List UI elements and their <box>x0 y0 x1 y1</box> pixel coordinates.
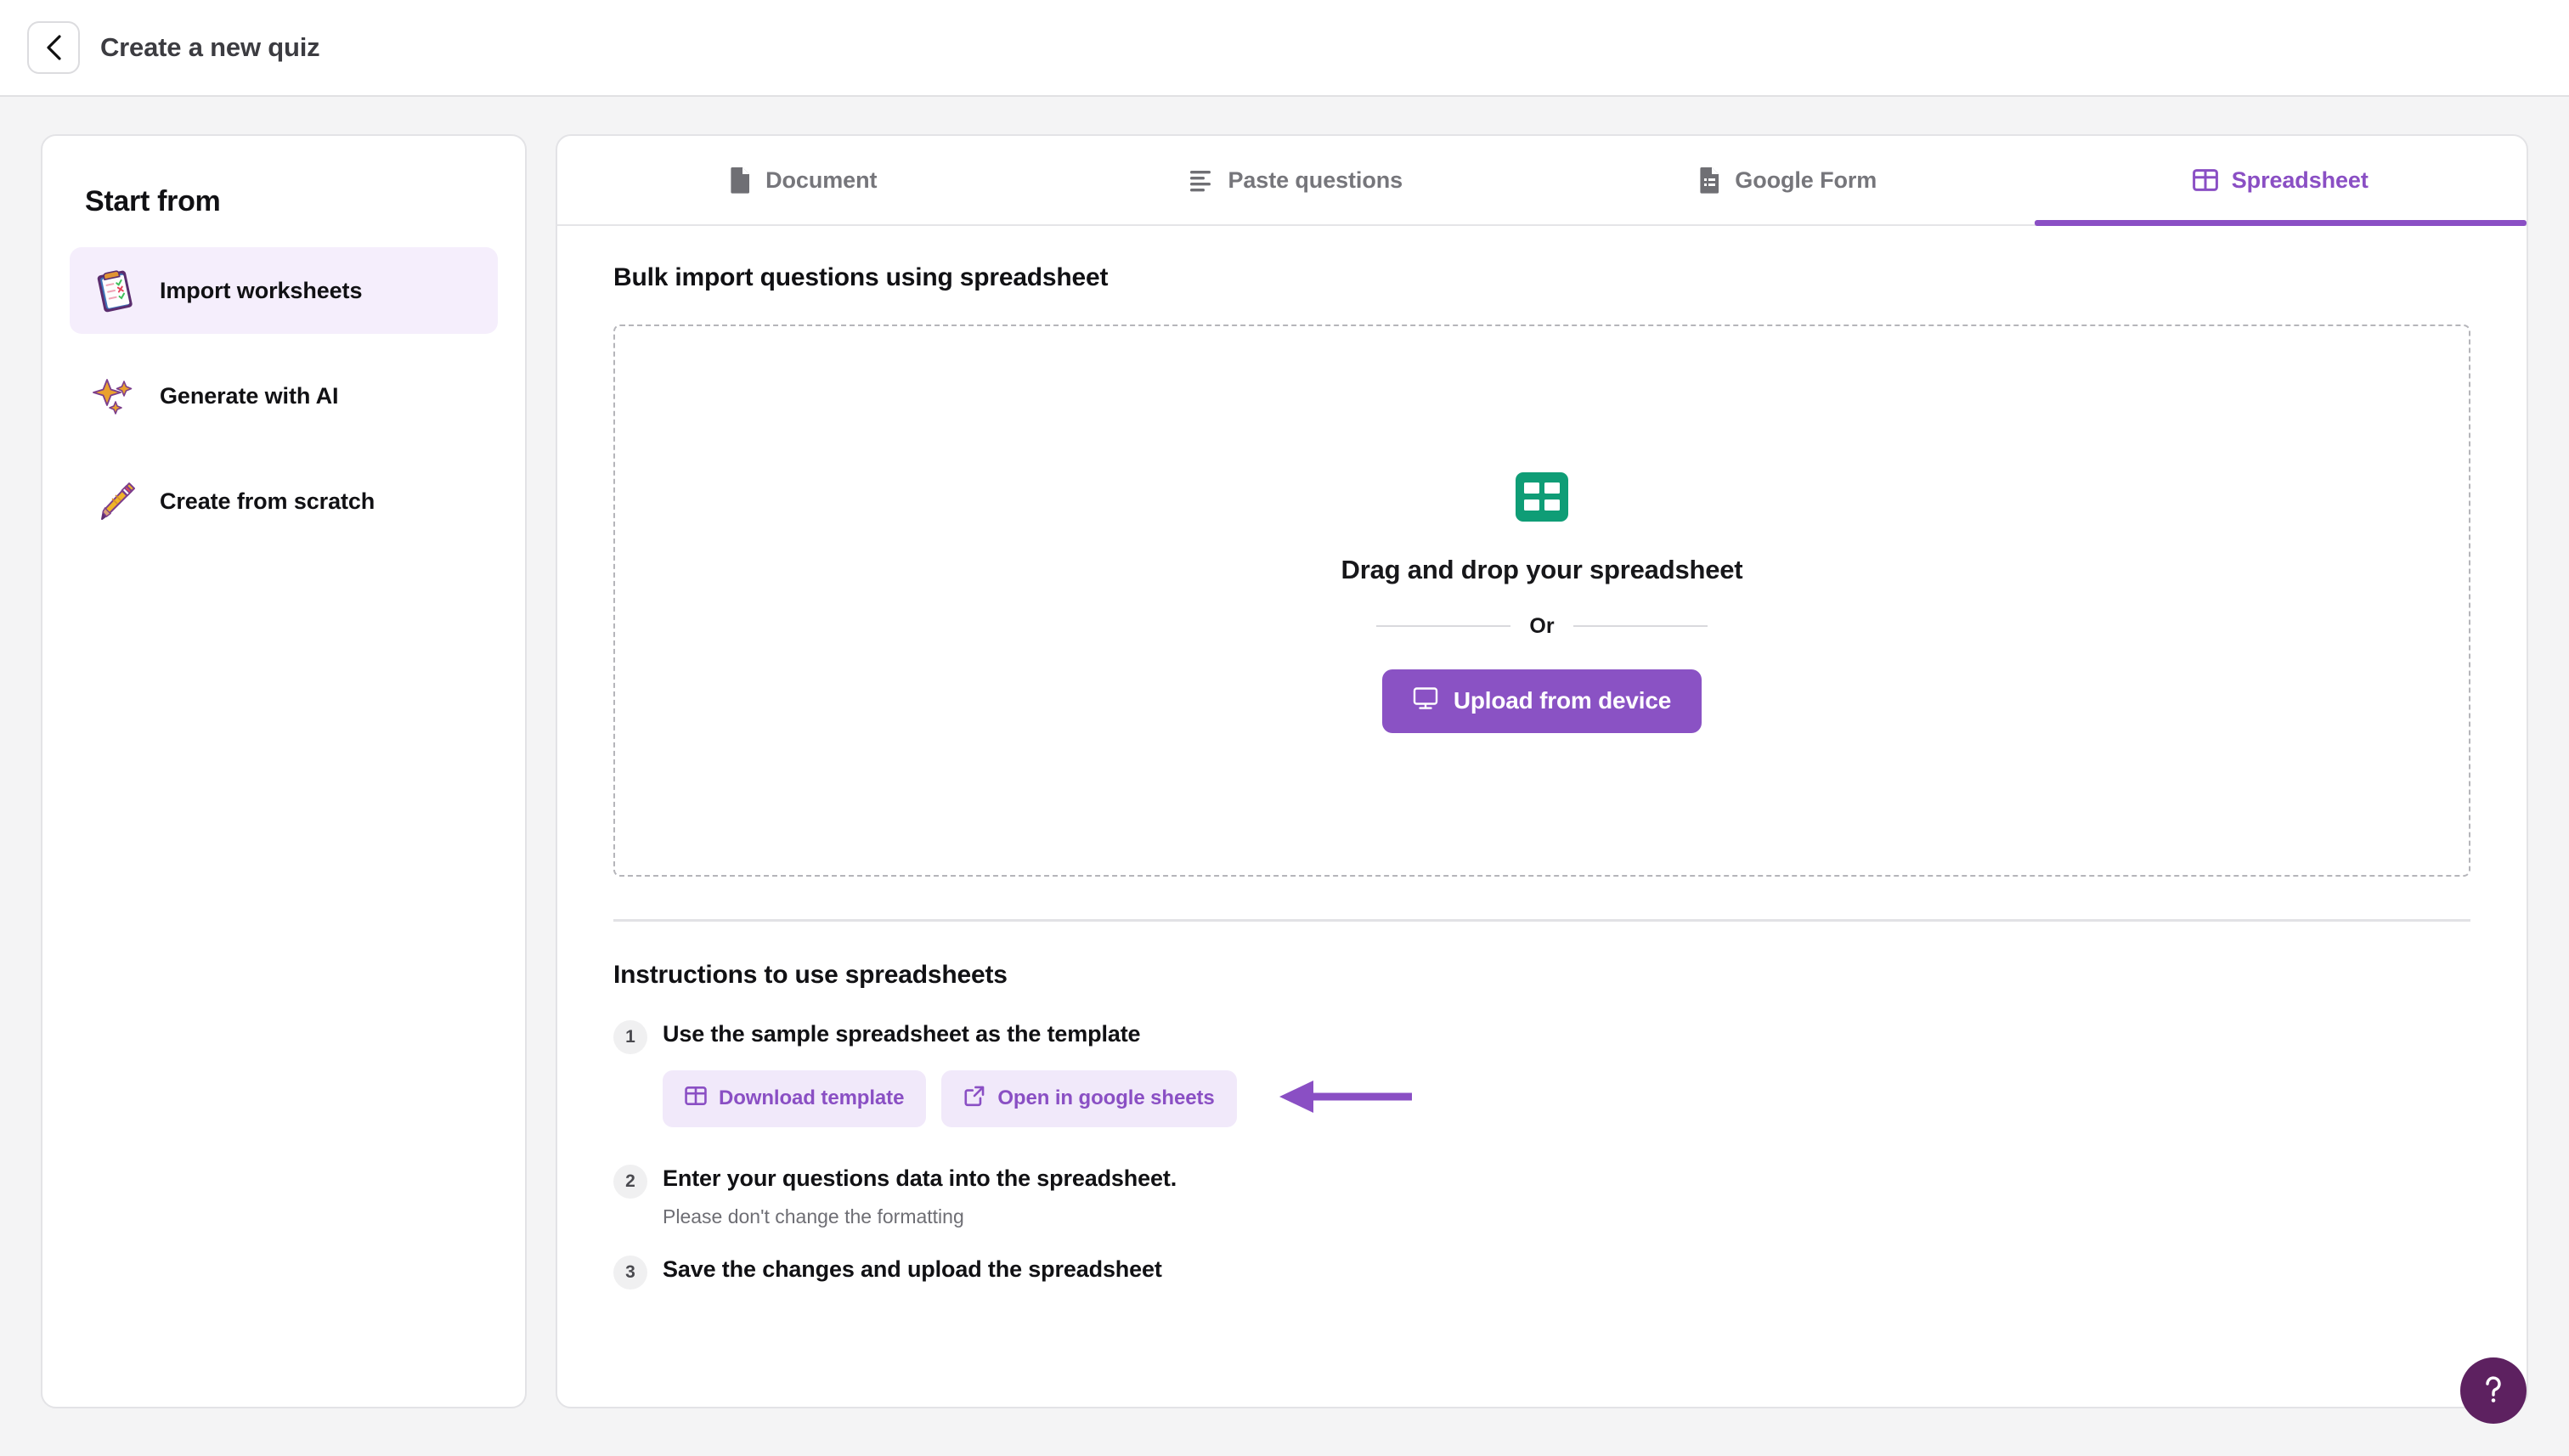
step-number: 2 <box>613 1164 647 1199</box>
upload-from-device-button[interactable]: Upload from device <box>1381 669 1702 733</box>
instruction-step-3: 3 Save the changes and upload the spread… <box>613 1252 2470 1290</box>
back-button[interactable] <box>27 21 80 74</box>
question-mark-icon <box>2479 1373 2508 1409</box>
sidebar-title: Start from <box>85 185 221 217</box>
tab-google-form[interactable]: Google Form <box>1542 136 2035 224</box>
sidebar-item-generate-with-ai[interactable]: Generate with AI <box>70 353 498 439</box>
or-line-right <box>1572 625 1708 627</box>
sidebar-item-create-from-scratch[interactable]: Create from scratch <box>70 458 498 545</box>
tab-label: Paste questions <box>1228 166 1403 193</box>
start-from-sidebar: Start from Import worksheets Generate wi… <box>41 134 527 1408</box>
sidebar-item-label: Generate with AI <box>160 382 339 409</box>
open-in-google-sheets-button[interactable]: Open in google sheets <box>941 1069 1237 1127</box>
sidebar-item-label: Create from scratch <box>160 488 375 514</box>
or-separator: Or <box>1376 614 1708 639</box>
sidebar-item-label: Import worksheets <box>160 277 363 303</box>
step-text: Use the sample spreadsheet as the templa… <box>663 1021 1141 1047</box>
step-body: Enter your questions data into the sprea… <box>663 1161 2470 1229</box>
step-text: Enter your questions data into the sprea… <box>663 1165 1177 1191</box>
clipboard-emoji-icon <box>92 268 138 313</box>
step-body: Save the changes and upload the spreadsh… <box>663 1252 2470 1287</box>
monitor-icon <box>1413 686 1438 716</box>
external-link-icon <box>963 1085 985 1113</box>
table-grid-icon <box>685 1085 707 1113</box>
file-icon <box>730 166 752 194</box>
section-divider <box>613 919 2470 922</box>
app-header: Create a new quiz <box>0 0 2569 97</box>
form-icon <box>1699 166 1721 194</box>
chevron-left-icon <box>42 34 65 61</box>
download-template-button[interactable]: Download template <box>663 1069 927 1127</box>
panel-title: Bulk import questions using spreadsheet <box>613 263 1109 291</box>
main-panel-card: Document Paste questions Google Form Spr… <box>556 134 2528 1408</box>
chip-label: Open in google sheets <box>997 1086 1215 1109</box>
sparkles-emoji-icon <box>92 373 138 419</box>
chip-label: Download template <box>719 1086 905 1109</box>
dropzone-text: Drag and drop your spreadsheet <box>1341 554 1743 584</box>
step-body: Use the sample spreadsheet as the templa… <box>663 1017 2470 1153</box>
or-label: Or <box>1529 613 1555 638</box>
or-line-left <box>1376 625 1511 627</box>
help-button[interactable] <box>2460 1357 2527 1424</box>
tab-label: Spreadsheet <box>2231 166 2369 193</box>
page-body: Start from Import worksheets Generate wi… <box>0 97 2569 1408</box>
import-source-tabs: Document Paste questions Google Form Spr… <box>557 136 2527 226</box>
tab-paste-questions[interactable]: Paste questions <box>1050 136 1543 224</box>
step-number: 3 <box>613 1256 647 1290</box>
spreadsheet-dropzone[interactable]: Drag and drop your spreadsheet Or Upload… <box>613 324 2470 877</box>
green-spreadsheet-icon <box>1514 469 1570 529</box>
pencil-emoji-icon <box>92 478 138 524</box>
page-title: Create a new quiz <box>100 32 320 62</box>
tab-document[interactable]: Document <box>557 136 1050 224</box>
table-grid-icon <box>2192 167 2218 193</box>
tab-label: Google Form <box>1735 166 1877 193</box>
tab-spreadsheet[interactable]: Spreadsheet <box>2034 136 2527 226</box>
instructions-title: Instructions to use spreadsheets <box>613 961 1008 989</box>
step-text: Save the changes and upload the spreadsh… <box>663 1256 1162 1282</box>
template-actions: Download template Open in google sheets <box>663 1069 2470 1127</box>
instruction-step-1: 1 Use the sample spreadsheet as the temp… <box>613 1017 2470 1153</box>
step-subtext: Please don't change the formatting <box>663 1205 964 1227</box>
step-number: 1 <box>613 1020 647 1054</box>
left-arrow-annotation-icon <box>1278 1077 1414 1120</box>
sidebar-item-import-worksheets[interactable]: Import worksheets <box>70 247 498 334</box>
tab-label: Document <box>765 166 878 193</box>
upload-button-label: Upload from device <box>1453 687 1672 714</box>
instruction-step-2: 2 Enter your questions data into the spr… <box>613 1161 2470 1229</box>
align-left-icon <box>1189 168 1214 192</box>
spreadsheet-panel: Bulk import questions using spreadsheet … <box>557 226 2527 1290</box>
